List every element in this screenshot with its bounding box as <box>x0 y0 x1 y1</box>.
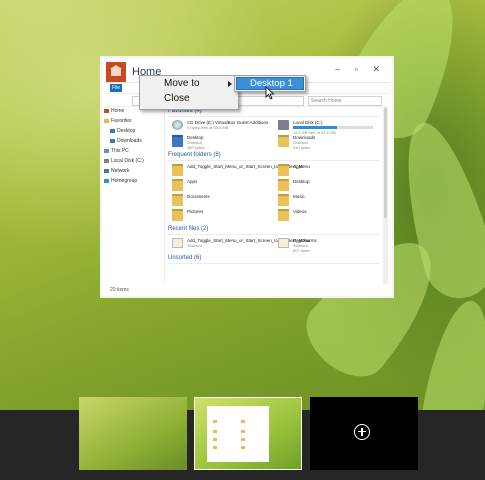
item-name: Music <box>293 194 305 199</box>
nav-item-desktop[interactable]: Desktop <box>104 126 164 136</box>
nav-label: Homegroup <box>111 178 138 184</box>
folder-icon <box>278 194 289 206</box>
item-name: Apps <box>187 179 198 184</box>
status-text: 20 items <box>110 287 129 293</box>
item-name: Local Disk (C:) <box>293 120 323 125</box>
nav-label: Downloads <box>117 138 142 144</box>
item-name: Apps <box>293 164 304 169</box>
item-detail: 910 bytes <box>293 145 311 150</box>
menu-item-move-to[interactable]: Move to <box>140 76 238 91</box>
home-app-icon[interactable] <box>106 62 126 82</box>
item-name: Desktop <box>293 179 310 184</box>
item-detail: Shortcut <box>187 243 202 248</box>
nav-label: Desktop <box>117 128 136 134</box>
menu-label: Close <box>164 93 190 104</box>
nav-item-network[interactable]: Network <box>104 166 164 176</box>
list-item[interactable]: PagCharms Shortcut 807 bytes <box>274 238 380 253</box>
cd-drive-icon <box>172 120 183 130</box>
list-item[interactable]: Local Disk (C:) 11.2 GB free of 24.6 GB <box>274 120 380 135</box>
menu-label: Move to <box>164 78 200 89</box>
plus-icon <box>354 424 370 440</box>
list-item[interactable]: Desktop <box>274 179 380 194</box>
window-controls[interactable]: ‒ ▫ ✕ <box>335 64 386 75</box>
context-menu: Move to Close <box>139 75 239 110</box>
mouse-cursor-icon <box>265 86 275 100</box>
desktop-thumbnail-2[interactable] <box>194 397 302 470</box>
folder-icon <box>278 179 289 191</box>
nav-item-homegroup[interactable]: Homegroup <box>104 176 164 186</box>
item-detail: 0 bytes free of 55.5 MB <box>187 125 229 130</box>
section-recent-files[interactable]: Recent files (2) <box>168 225 380 235</box>
navigation-pane: Home Favorites Desktop Downloads This PC… <box>104 106 165 284</box>
section-unsorted[interactable]: Unsorted (6) <box>168 254 380 264</box>
list-item[interactable]: Videos <box>274 209 380 224</box>
list-item[interactable]: Apps <box>274 164 380 179</box>
add-desktop-button[interactable] <box>310 397 418 470</box>
item-detail: 480 bytes <box>187 145 205 150</box>
menu-item-close[interactable]: Close <box>140 91 238 106</box>
list-item[interactable]: Desktop Shortcut 480 bytes <box>168 135 274 150</box>
nav-item-favorites[interactable]: Favorites <box>104 116 164 126</box>
submenu-arrow-icon <box>228 81 232 87</box>
item-name: Pictures <box>187 209 204 214</box>
nav-label: Favorites <box>111 118 132 124</box>
item-detail: 807 bytes <box>293 248 311 253</box>
list-item[interactable]: Add_Toggle_Start_Menu_or_Start_Screen_to… <box>168 164 310 179</box>
nav-item-this-pc[interactable]: This PC <box>104 146 164 156</box>
file-tab[interactable]: File <box>110 84 122 92</box>
folder-icon <box>278 209 289 221</box>
folder-icon <box>172 194 183 206</box>
folder-icon <box>172 164 183 176</box>
window-thumbnail <box>207 406 269 462</box>
folder-icon <box>172 135 183 147</box>
nav-item-local-disk[interactable]: Local Disk (C:) <box>104 156 164 166</box>
section-frequent-folders[interactable]: Frequent folders (8) <box>168 151 380 161</box>
document-icon <box>172 238 183 248</box>
list-item[interactable]: Apps <box>168 179 274 194</box>
list-item[interactable]: CD Drive (E:) VirtualBox Guest Additions… <box>168 120 274 135</box>
nav-label: Local Disk (C:) <box>111 158 144 164</box>
folder-icon <box>278 164 289 176</box>
folder-icon <box>172 179 183 191</box>
list-item[interactable]: Pictures <box>168 209 274 224</box>
list-item[interactable]: Music <box>274 194 380 209</box>
search-input[interactable]: Search Home <box>308 96 382 106</box>
desktop-thumbnail-1[interactable] <box>79 397 187 470</box>
folder-icon <box>172 209 183 221</box>
list-item[interactable]: Documents <box>168 194 274 209</box>
nav-label: Network <box>111 168 130 174</box>
document-icon <box>278 238 289 248</box>
content-pane: Favorites (4) CD Drive (E:) VirtualBox G… <box>168 106 380 284</box>
nav-label: This PC <box>111 148 129 154</box>
folder-icon <box>278 135 289 147</box>
item-name: Videos <box>293 209 307 214</box>
nav-label: Home <box>111 108 125 114</box>
scrollbar[interactable] <box>383 106 388 284</box>
disk-drive-icon <box>278 120 289 130</box>
list-item[interactable]: Add_Toggle_Start_Menu_or_Start_Screen_to… <box>168 238 310 253</box>
item-name: Add_Toggle_Start_Menu_or_Start_Screen_to… <box>187 164 310 169</box>
disk-usage-bar <box>293 126 373 129</box>
item-name: Documents <box>187 194 210 199</box>
nav-item-downloads[interactable]: Downloads <box>104 136 164 146</box>
list-item[interactable]: Downloads Shortcut 910 bytes <box>274 135 380 150</box>
leaf-decoration <box>418 295 485 410</box>
